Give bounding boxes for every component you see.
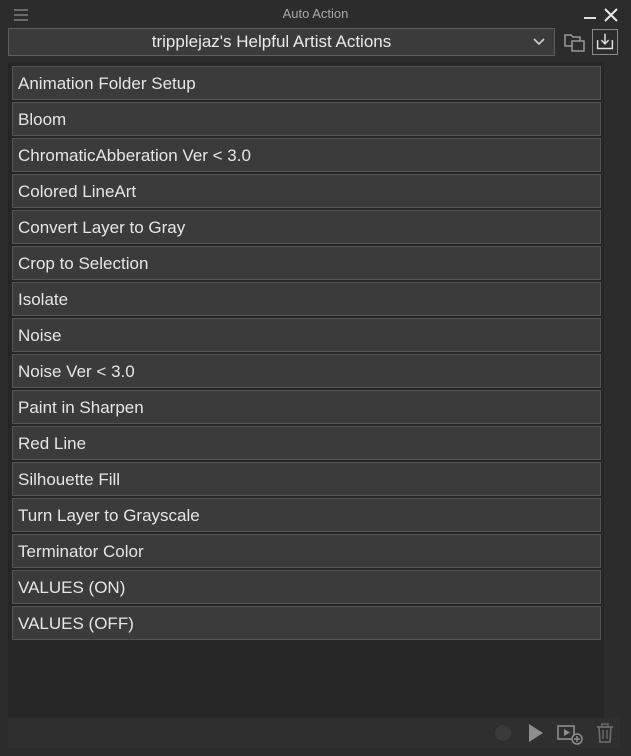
action-list: Animation Folder Setup Bloom ChromaticAb… <box>12 66 601 642</box>
chevron-down-icon <box>533 38 545 46</box>
panel-title: Auto Action <box>282 6 349 21</box>
list-item[interactable]: Crop to Selection <box>12 246 601 280</box>
list-item[interactable]: Terminator Color <box>12 534 601 568</box>
folder-copy-icon[interactable] <box>562 29 588 55</box>
list-item[interactable]: Noise <box>12 318 601 352</box>
action-set-label: tripplejaz's Helpful Artist Actions <box>151 32 392 51</box>
list-item[interactable]: Silhouette Fill <box>12 462 601 496</box>
auto-action-panel: Auto Action tripplejaz's Helpful Artist … <box>0 0 631 756</box>
list-item[interactable]: VALUES (OFF) <box>12 606 601 640</box>
close-icon[interactable] <box>603 7 619 23</box>
list-item[interactable]: Convert Layer to Gray <box>12 210 601 244</box>
list-item[interactable]: VALUES (ON) <box>12 570 601 604</box>
trash-icon[interactable] <box>593 721 617 745</box>
list-item[interactable]: ChromaticAbberation Ver < 3.0 <box>12 138 601 172</box>
scrollbar[interactable] <box>604 62 620 718</box>
list-item[interactable]: Paint in Sharpen <box>12 390 601 424</box>
play-icon[interactable] <box>523 721 547 745</box>
list-item[interactable]: Turn Layer to Grayscale <box>12 498 601 532</box>
title-bar: Auto Action <box>0 0 631 27</box>
download-icon[interactable] <box>592 29 618 55</box>
list-item[interactable]: Animation Folder Setup <box>12 66 601 100</box>
list-item[interactable]: Isolate <box>12 282 601 316</box>
add-action-icon[interactable] <box>556 721 584 745</box>
list-item[interactable]: Noise Ver < 3.0 <box>12 354 601 388</box>
minimize-icon[interactable] <box>584 17 596 19</box>
list-item[interactable]: Red Line <box>12 426 601 460</box>
record-icon[interactable] <box>491 721 515 745</box>
action-set-dropdown[interactable]: tripplejaz's Helpful Artist Actions <box>8 28 555 56</box>
list-item[interactable]: Colored LineArt <box>12 174 601 208</box>
list-item[interactable]: Bloom <box>12 102 601 136</box>
bottom-toolbar <box>8 718 620 748</box>
